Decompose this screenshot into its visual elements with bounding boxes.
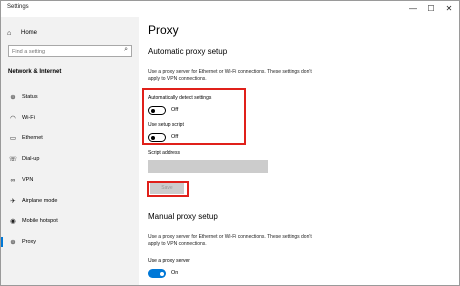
globe-icon: ⊕ [10, 239, 16, 246]
globe-icon: ⊕ [10, 94, 16, 101]
setup-script-state: Off [171, 134, 179, 140]
sidebar-item-mobile-hotspot[interactable]: ◉ Mobile hotspot [1, 213, 139, 229]
detect-settings-toggle[interactable] [148, 106, 166, 115]
section-title: Network & Internet [8, 69, 62, 75]
use-proxy-toggle[interactable] [148, 269, 166, 278]
search-input[interactable] [12, 47, 112, 56]
hotspot-icon: ◉ [10, 218, 16, 225]
sidebar-item-vpn[interactable]: ∞ VPN [1, 172, 139, 188]
setup-script-toggle[interactable] [148, 133, 166, 142]
sidebar-item-label: Status [22, 94, 38, 100]
sidebar-item-dial-up[interactable]: ☏ Dial-up [1, 151, 139, 167]
automatic-proxy-description: Use a proxy server for Ethernet or Wi-Fi… [148, 69, 312, 82]
script-address-input[interactable] [148, 160, 268, 173]
use-proxy-state: On [171, 270, 179, 276]
sidebar-item-home[interactable]: ⌂ Home [7, 27, 127, 39]
sidebar-item-label: Ethernet [22, 135, 43, 141]
manual-proxy-description: Use a proxy server for Ethernet or Wi-Fi… [148, 234, 312, 247]
settings-window: Settings — ☐ ✕ ⌂ Home ⌕ Network & Intern… [0, 0, 460, 286]
detect-settings-label: Automatically detect settings [148, 95, 212, 101]
main-content: Proxy Automatic proxy setup Use a proxy … [139, 17, 459, 285]
sidebar-item-label: Home [21, 30, 38, 36]
setup-script-label: Use setup script [148, 122, 184, 128]
sidebar-item-label: Dial-up [22, 156, 40, 162]
home-icon: ⌂ [7, 29, 12, 37]
active-indicator [1, 237, 3, 247]
maximize-button[interactable]: ☐ [425, 3, 437, 15]
phone-icon: ☏ [8, 156, 18, 163]
wifi-icon: ◠ [10, 115, 16, 122]
automatic-proxy-heading: Automatic proxy setup [148, 47, 228, 56]
toggle-knob [160, 271, 164, 276]
search-box[interactable]: ⌕ [8, 45, 132, 57]
sidebar-item-label: VPN [22, 177, 34, 183]
sidebar-item-airplane-mode[interactable]: ✈ Airplane mode [1, 193, 139, 209]
minimize-button[interactable]: — [407, 3, 419, 15]
sidebar-item-ethernet[interactable]: ▭ Ethernet [1, 130, 139, 146]
sidebar: ⌂ Home ⌕ Network & Internet ⊕ Status ◠ W… [1, 17, 139, 285]
vpn-icon: ∞ [10, 176, 16, 184]
save-button[interactable]: Save [150, 183, 184, 194]
sidebar-item-label: Mobile hotspot [22, 218, 58, 224]
ethernet-icon: ▭ [9, 135, 17, 142]
sidebar-item-label: Proxy [22, 239, 37, 245]
sidebar-item-proxy[interactable]: ⊕ Proxy [1, 234, 139, 250]
title-bar: Settings — ☐ ✕ [1, 1, 459, 17]
close-button[interactable]: ✕ [443, 3, 455, 15]
search-icon[interactable]: ⌕ [124, 46, 128, 54]
script-address-label: Script address [148, 150, 180, 156]
sidebar-item-status[interactable]: ⊕ Status [1, 89, 139, 105]
sidebar-item-wifi[interactable]: ◠ Wi-Fi [1, 110, 139, 126]
toggle-knob [151, 135, 155, 140]
use-proxy-label: Use a proxy server [148, 258, 190, 264]
sidebar-item-label: Airplane mode [22, 198, 58, 204]
detect-settings-state: Off [171, 107, 179, 113]
manual-proxy-heading: Manual proxy setup [148, 212, 218, 221]
sidebar-item-label: Wi-Fi [22, 115, 35, 121]
window-title: Settings [7, 4, 29, 10]
page-title: Proxy [148, 23, 179, 37]
airplane-icon: ✈ [10, 198, 16, 205]
toggle-knob [151, 108, 155, 113]
